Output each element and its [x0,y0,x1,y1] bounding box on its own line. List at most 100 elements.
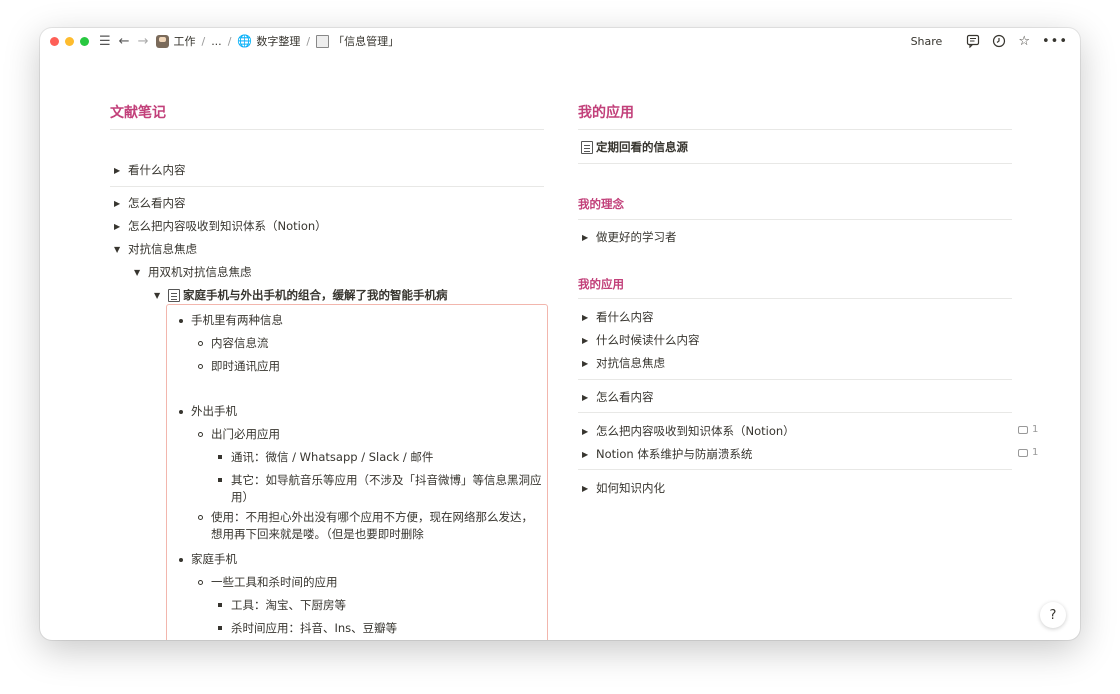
forward-arrow-icon[interactable]: → [138,34,149,49]
divider [578,469,1012,470]
toggle-item[interactable]: ▶ 怎么看内容 [114,195,186,211]
clock-icon[interactable] [992,34,1006,48]
toggle-arrow-icon[interactable]: ▶ [114,222,128,231]
comment-icon[interactable] [966,34,980,48]
avatar-icon [156,34,170,48]
comment-count-label: 1 [1032,424,1039,435]
breadcrumb-label: ... [211,34,222,48]
right-heading: 我的应用 [578,105,634,121]
toggle-arrow-icon[interactable]: ▼ [114,245,128,254]
breadcrumb-label: 数字整理 [256,35,301,48]
toggle-label: 家庭手机与外出手机的组合，缓解了我的智能手机病 [183,288,448,302]
minimize-window-button[interactable] [65,36,74,46]
share-button[interactable]: Share [911,35,943,48]
bullet-circle [198,341,203,346]
divider [578,219,1012,220]
breadcrumb-separator: / [227,34,232,48]
help-button[interactable]: ? [1040,602,1066,628]
bullet-circle [198,364,203,369]
zoom-window-button[interactable] [80,36,89,46]
toggle-label: 如何知识内化 [596,481,665,495]
toggle-arrow-icon[interactable]: ▶ [582,336,596,345]
toggle-label: 对抗信息焦虑 [128,242,197,256]
breadcrumb: 工作 / ... / 🌐 数字整理 / 「信息管理」 [156,33,399,49]
toggle-item[interactable]: ▶ 看什么内容 [114,162,186,178]
bullet-disc [179,319,183,323]
toggle-label: Notion 体系维护与防崩溃系统 [596,447,753,461]
toggle-arrow-icon[interactable]: ▶ [582,427,596,436]
bullet-square [218,478,222,482]
toggle-label: 看什么内容 [128,163,186,177]
star-icon[interactable]: ☆ [1018,34,1030,49]
toggle-arrow-icon[interactable]: ▶ [582,233,596,242]
back-arrow-icon[interactable]: ← [119,34,130,49]
divider [578,129,1012,130]
toggle-item[interactable]: ▶ 怎么把内容吸收到知识体系（Notion） [582,423,795,439]
close-window-button[interactable] [50,36,59,46]
breadcrumb-item-ellipsis[interactable]: ... [211,35,222,48]
toggle-arrow-icon[interactable]: ▶ [582,484,596,493]
toggle-item[interactable]: ▶ 如何知识内化 [582,480,665,496]
comment-count[interactable]: 1 [1018,447,1038,458]
divider [110,186,544,187]
toggle-arrow-icon[interactable]: ▶ [114,166,128,175]
breadcrumb-label: 工作 [173,35,196,48]
app-window: ☰ ← → 工作 / ... / 🌐 数字整理 / 「信息管理」 Share ☆… [40,28,1080,640]
subheading-philosophy: 我的理念 [578,197,624,211]
breadcrumb-separator: / [201,34,206,48]
comment-icon [1018,425,1028,434]
divider [578,379,1012,380]
list-item: 手机里有两种信息 [191,313,283,327]
page-link[interactable]: 定期回看的信息源 [581,139,688,155]
toggle-item[interactable]: ▶ 怎么把内容吸收到知识体系（Notion） [114,218,327,234]
toggle-item[interactable]: ▼ 用双机对抗信息焦虑 [134,264,252,280]
page-icon [316,34,330,48]
breadcrumb-item-digital[interactable]: 🌐 数字整理 [237,33,300,49]
top-bar: ☰ ← → 工作 / ... / 🌐 数字整理 / 「信息管理」 Share ☆… [40,28,1080,54]
list-item: 家庭手机 [191,552,237,566]
toggle-item[interactable]: ▼ 家庭手机与外出手机的组合，缓解了我的智能手机病 [154,287,448,303]
divider [578,298,1012,299]
toggle-arrow-icon[interactable]: ▶ [582,393,596,402]
toggle-item[interactable]: ▶ 怎么看内容 [582,389,654,405]
toggle-label: 用双机对抗信息焦虑 [148,265,252,279]
comment-count-label: 1 [1032,447,1039,458]
toggle-arrow-icon[interactable]: ▶ [582,359,596,368]
toggle-item[interactable]: ▼ 对抗信息焦虑 [114,241,197,257]
toggle-arrow-icon[interactable]: ▶ [582,450,596,459]
toggle-label: 看什么内容 [596,310,654,324]
list-item: 使用：不用担心外出没有哪个应用不方便，现在网络那么发达， [211,510,533,524]
toggle-label: 对抗信息焦虑 [596,356,665,370]
list-item: 外出手机 [191,404,237,418]
topbar-actions: Share ☆ ••• [911,34,1068,49]
breadcrumb-item-work[interactable]: 工作 [156,33,195,49]
list-item: 其它：如导航音乐等应用（不涉及「抖音微博」等信息黑洞应 [231,473,542,487]
comment-count[interactable]: 1 [1018,424,1038,435]
bullet-circle [198,432,203,437]
toggle-item[interactable]: ▶ 看什么内容 [582,309,654,325]
toggle-label: 怎么看内容 [128,196,186,210]
toggle-label: 什么时候读什么内容 [596,333,700,347]
comment-icon [1018,448,1028,457]
bullet-circle [198,580,203,585]
toggle-arrow-icon[interactable]: ▶ [582,313,596,322]
document-icon [168,288,180,302]
toggle-item[interactable]: ▶ 做更好的学习者 [582,229,677,245]
menu-icon[interactable]: ☰ [99,34,111,49]
globe-icon: 🌐 [237,34,253,48]
toggle-item[interactable]: ▶ Notion 体系维护与防崩溃系统 [582,446,752,462]
bullet-square [218,626,222,630]
page-link-label: 定期回看的信息源 [596,140,688,154]
bullet-disc [179,410,183,414]
breadcrumb-item-info[interactable]: 「信息管理」 [316,33,399,49]
toggle-item[interactable]: ▶ 什么时候读什么内容 [582,332,700,348]
more-icon[interactable]: ••• [1042,34,1068,49]
toggle-arrow-icon[interactable]: ▶ [114,199,128,208]
window-controls [50,36,95,46]
bullet-square [218,603,222,607]
list-item-continuation: 用） [231,490,254,504]
toggle-arrow-icon[interactable]: ▼ [134,268,148,277]
list-item: 即时通讯应用 [211,359,280,373]
toggle-arrow-icon[interactable]: ▼ [154,291,168,300]
toggle-item[interactable]: ▶ 对抗信息焦虑 [582,355,665,371]
